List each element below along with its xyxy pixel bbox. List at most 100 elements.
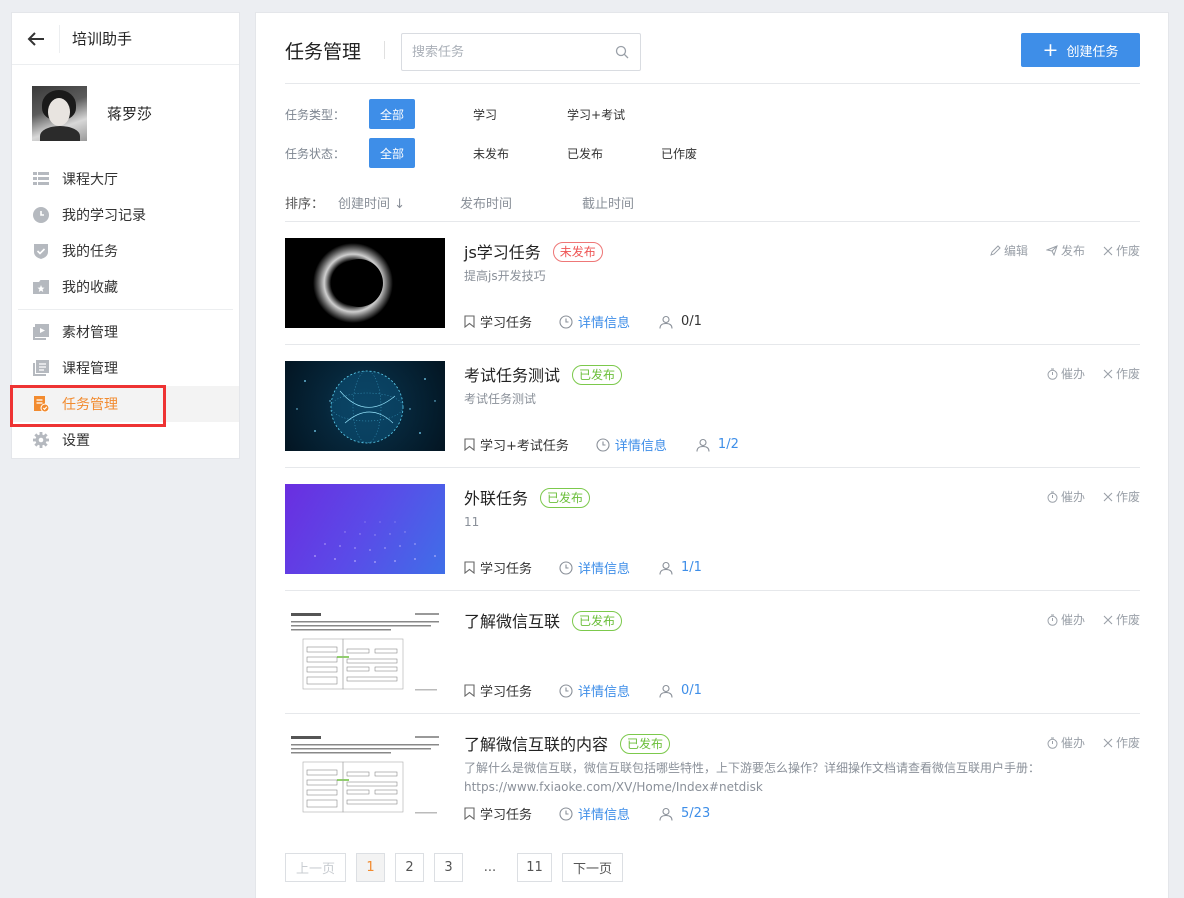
remind-button[interactable]: 催办 — [1047, 611, 1085, 628]
clock-icon — [559, 560, 573, 575]
sidebar-item-materials[interactable]: 素材管理 — [12, 314, 239, 350]
task-type: 学习任务 — [464, 681, 532, 700]
sidebar-item-label: 我的任务 — [62, 244, 118, 260]
sidebar-header: 培训助手 — [12, 13, 239, 65]
void-label: 作废 — [1115, 736, 1140, 750]
task-row: 了解微信互联的内容 已发布 了解什么是微信互联，微信互联包括哪些特性，上下游要怎么… — [285, 714, 1140, 838]
participant-count-value[interactable]: 1/2 — [718, 437, 739, 452]
divider — [384, 41, 385, 59]
participant-count-value[interactable]: 5/23 — [681, 806, 710, 821]
status-option-published[interactable]: 已发布 — [567, 138, 603, 168]
participant-count: 1/2 — [696, 437, 739, 452]
next-page-button[interactable]: 下一页 — [562, 853, 623, 882]
main-panel: 任务管理 + 创建任务 任务类型： 全部 学习 学习+考试 任务状态： 全部 未… — [255, 12, 1169, 898]
void-label: 作废 — [1115, 244, 1140, 258]
remind-button[interactable]: 催办 — [1047, 734, 1085, 751]
participant-count: 0/1 — [659, 683, 702, 698]
search-input[interactable] — [401, 33, 641, 71]
type-option-study-exam[interactable]: 学习+考试 — [567, 99, 625, 129]
prev-page-button[interactable]: 上一页 — [285, 853, 346, 882]
avatar[interactable] — [32, 85, 87, 141]
user-icon — [659, 684, 673, 698]
bookmark-icon — [464, 561, 475, 574]
remind-button[interactable]: 催办 — [1047, 488, 1085, 505]
sidebar-item-my-tasks[interactable]: 我的任务 — [12, 233, 239, 269]
sidebar-item-course-hall[interactable]: 课程大厅 — [12, 161, 239, 197]
sidebar-item-task-mgmt[interactable]: 任务管理 — [10, 385, 239, 427]
participant-count-value[interactable]: 0/1 — [681, 683, 702, 698]
page-button-2[interactable]: 2 — [395, 853, 424, 882]
task-title-text: 了解微信互联的内容 — [464, 735, 609, 754]
task-thumbnail[interactable] — [285, 361, 445, 451]
task-title[interactable]: 了解微信互联的内容 已发布 — [464, 731, 671, 755]
page-button-1[interactable]: 1 — [356, 853, 385, 882]
task-meta: 学习+考试任务 详情信息 1/2 — [464, 435, 766, 454]
status-filter: 任务状态： 全部 未发布 已发布 已作废 — [285, 138, 697, 168]
status-badge: 已发布 — [620, 734, 671, 754]
task-type: 学习任务 — [464, 558, 532, 577]
task-actions: 催办 作废 — [1029, 488, 1140, 505]
publish-button[interactable]: 发布 — [1045, 242, 1085, 259]
sort-created-time[interactable]: 创建时间 ↓ — [338, 193, 405, 212]
back-button[interactable] — [12, 24, 60, 53]
task-title[interactable]: js学习任务 未发布 — [464, 239, 603, 263]
remind-label: 催办 — [1060, 613, 1085, 627]
status-option-unpublished[interactable]: 未发布 — [473, 138, 509, 168]
remind-button[interactable]: 催办 — [1047, 365, 1085, 382]
task-type: 学习任务 — [464, 804, 532, 823]
participant-count: 5/23 — [659, 806, 710, 821]
detail-link[interactable]: 详情信息 — [559, 558, 630, 577]
task-thumbnail[interactable] — [285, 730, 445, 820]
task-row: 外联任务 已发布 11 学习任务 详情信息 1/1 催办 作废 — [285, 468, 1140, 591]
type-option-study[interactable]: 学习 — [473, 99, 497, 129]
type-option-all[interactable]: 全部 — [369, 99, 415, 129]
task-thumbnail[interactable] — [285, 484, 445, 574]
task-actions: 催办 作废 — [1029, 611, 1140, 628]
detail-link[interactable]: 详情信息 — [559, 681, 630, 700]
status-option-all[interactable]: 全部 — [369, 138, 415, 168]
page-button-3[interactable]: 3 — [434, 853, 463, 882]
task-title[interactable]: 外联任务 已发布 — [464, 485, 591, 509]
task-title-text: 考试任务测试 — [464, 366, 561, 385]
status-badge: 已发布 — [540, 488, 591, 508]
sidebar-item-favorites[interactable]: 我的收藏 — [12, 269, 239, 305]
create-task-button[interactable]: + 创建任务 — [1021, 33, 1140, 67]
void-button[interactable]: 作废 — [1103, 488, 1140, 505]
participant-count-value[interactable]: 1/1 — [681, 560, 702, 575]
edit-button[interactable]: 编辑 — [990, 242, 1028, 259]
task-actions: 催办 作废 — [1029, 734, 1140, 751]
sidebar-item-course-mgmt[interactable]: 课程管理 — [12, 350, 239, 386]
task-meta: 学习任务 详情信息 0/1 — [464, 681, 729, 700]
void-label: 作废 — [1115, 367, 1140, 381]
sort-deadline[interactable]: 截止时间 — [582, 193, 634, 212]
status-badge: 未发布 — [552, 242, 603, 262]
task-title[interactable]: 考试任务测试 已发布 — [464, 362, 623, 386]
detail-link[interactable]: 详情信息 — [596, 435, 667, 454]
task-actions: 编辑 发布 作废 — [972, 242, 1140, 259]
page-ellipsis: ... — [473, 853, 507, 882]
remind-label: 催办 — [1060, 736, 1085, 750]
bookmark-icon — [464, 807, 475, 820]
plus-icon: + — [1042, 38, 1059, 61]
sidebar-item-study-record[interactable]: 我的学习记录 — [12, 197, 239, 233]
task-title-text: 外联任务 — [464, 489, 529, 508]
detail-link[interactable]: 详情信息 — [559, 312, 630, 331]
void-button[interactable]: 作废 — [1103, 611, 1140, 628]
type-filter: 任务类型： 全部 学习 学习+考试 — [285, 99, 625, 129]
task-title-text: js学习任务 — [464, 243, 541, 262]
shield-check-icon — [33, 243, 49, 259]
sort-publish-time[interactable]: 发布时间 — [460, 193, 512, 212]
task-thumbnail[interactable] — [285, 607, 445, 697]
task-thumbnail[interactable] — [285, 238, 445, 328]
void-button[interactable]: 作废 — [1103, 242, 1140, 259]
void-button[interactable]: 作废 — [1103, 365, 1140, 382]
page-button-last[interactable]: 11 — [517, 853, 552, 882]
void-button[interactable]: 作废 — [1103, 734, 1140, 751]
search-icon[interactable] — [615, 45, 629, 59]
user-icon — [659, 315, 673, 329]
close-icon — [1103, 615, 1113, 624]
task-title[interactable]: 了解微信互联 已发布 — [464, 608, 623, 632]
detail-link[interactable]: 详情信息 — [559, 804, 630, 823]
sidebar-item-settings[interactable]: 设置 — [12, 422, 239, 458]
status-option-void[interactable]: 已作废 — [661, 138, 697, 168]
